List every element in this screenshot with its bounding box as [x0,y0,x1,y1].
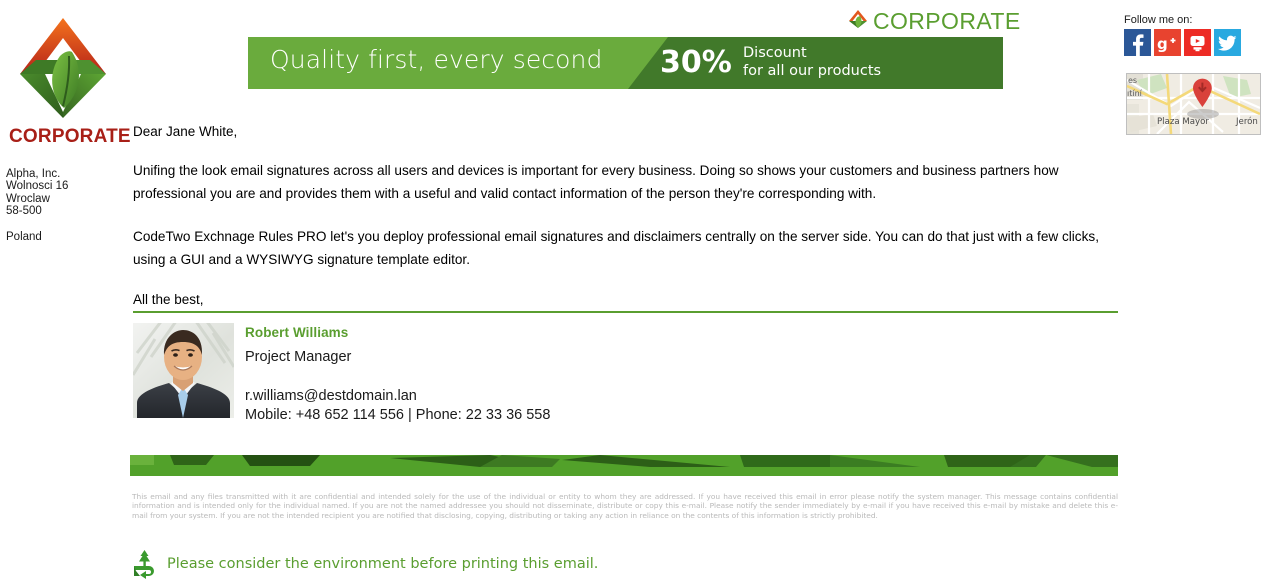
message-body: Dear Jane White, Unifing the look email … [133,124,1121,313]
signature-divider [133,311,1118,313]
facebook-icon[interactable] [1124,29,1151,56]
address-spacer [6,218,68,231]
signature-name: Robert Williams [245,325,349,340]
map-label-left: ıtíní [1127,89,1143,98]
corporate-mark-icon [848,9,868,34]
address-postal: 58-500 [6,205,42,218]
closing-line: All the best, [133,292,204,307]
address-company: Alpha, Inc. [6,168,61,180]
environment-note: Please consider the environment before p… [131,549,598,579]
greeting: Dear Jane White, [133,124,238,139]
body-paragraph-2: CodeTwo Exchnage Rules PRO let's you dep… [133,229,1099,267]
decorative-bar [130,455,1118,476]
corporate-mark-label: CORPORATE [873,8,1021,34]
signature-job-title: Project Manager [245,349,352,365]
map-label-topleft: es [1128,76,1137,85]
map-label-right: Jerón [1235,116,1258,127]
body-paragraph-1: Unifing the look email signatures across… [133,163,1059,201]
map-place-label: Plaza Mayor [1157,117,1209,127]
location-map[interactable]: Plaza Mayor Jerón es ıtíní [1126,73,1261,135]
signature-details: Robert Williams Project Manager r.willia… [245,323,550,424]
svg-text:g: g [1157,35,1168,53]
legal-disclaimer: This email and any files transmitted wit… [132,492,1118,520]
banner-discount-line1: Discount [743,45,807,61]
address-country: Poland [6,230,42,243]
address-city: Wroclaw [6,192,50,205]
environment-note-text: Please consider the environment before p… [167,556,599,572]
twitter-icon[interactable] [1214,29,1241,56]
company-address: Alpha, Inc. Wolnosci 16 Wroclaw 58-500 P… [6,168,68,243]
promo-banner[interactable]: Quality first, every second 30% Discount… [248,37,1003,89]
social-icon-list: g [1124,29,1241,56]
company-logo [14,16,112,120]
banner-discount-line2: for all our products [743,63,882,79]
corporate-mark: CORPORATE [848,8,1021,35]
banner-discount-percent: 30% [660,45,732,80]
social-block: Follow me on: g [1124,14,1241,56]
address-street: Wolnosci 16 [6,180,69,193]
banner-discount-text: Discount for all our products [743,44,881,80]
social-label: Follow me on: [1124,14,1193,26]
signature-block: Robert Williams Project Manager r.willia… [133,323,550,424]
signature-contact: r.williams@destdomain.lan Mobile: +48 65… [245,387,550,424]
googleplus-icon[interactable]: g [1154,29,1181,56]
left-sidebar: CORPORATE Alpha, Inc. Wolnosci 16 Wrocla… [0,0,131,586]
signature-phones: Mobile: +48 652 114 556 | Phone: 22 33 3… [245,406,551,423]
signature-email[interactable]: r.williams@destdomain.lan [245,387,550,406]
tree-recycle-icon [131,549,159,579]
banner-slogan: Quality first, every second [270,45,603,74]
youtube-icon[interactable] [1184,29,1211,56]
avatar [133,323,234,418]
brand-wordmark: CORPORATE [9,126,131,147]
